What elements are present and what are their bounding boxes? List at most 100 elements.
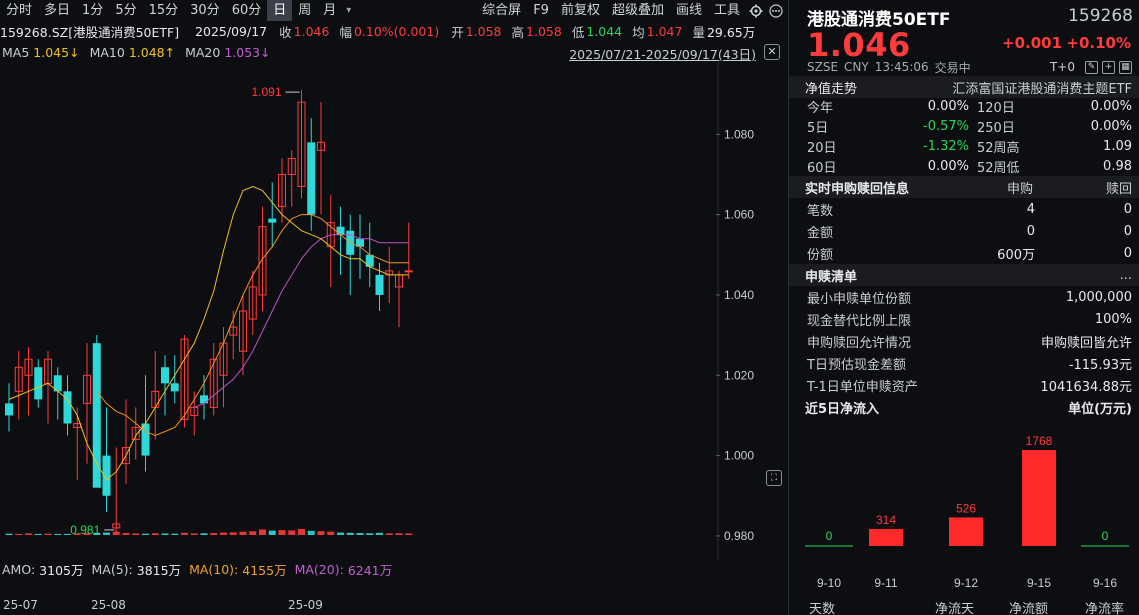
more-button[interactable]: ...	[1120, 268, 1132, 283]
ohlc-info-line: 159268.SZ[港股通消费50ETF] 2025/09/17 收 1.046…	[0, 21, 786, 41]
perf-period-label: 今年	[807, 100, 834, 116]
more-options-icon[interactable]	[766, 0, 786, 21]
section-title: 近5日净流入	[805, 401, 880, 417]
volume-bar	[210, 533, 218, 535]
grid-icon[interactable]: ▦	[1119, 60, 1132, 74]
nav-trend-label[interactable]: 净值走势	[805, 78, 857, 97]
tab-net-rate[interactable]: 净流率	[1085, 598, 1124, 615]
volume-bar	[93, 532, 101, 535]
avg-value: 1.047	[646, 23, 683, 39]
volume-bar	[132, 533, 140, 535]
inflow-bar	[1022, 450, 1056, 546]
volume-bar	[327, 531, 335, 535]
ma5-label: MA5	[2, 44, 30, 60]
candle-body	[200, 395, 208, 404]
max-price-label: 1.091	[252, 85, 282, 99]
inflow-value-label: 0	[1102, 529, 1109, 543]
volume-bar	[395, 533, 403, 535]
tab-net-days[interactable]: 净流天	[935, 598, 974, 615]
perf-value: -0.57%	[923, 118, 969, 134]
amo-value: 3105万	[39, 562, 84, 578]
close-range-icon[interactable]: ✕	[764, 44, 780, 60]
perf-period-label: 250日	[977, 120, 1015, 136]
period-tab-week[interactable]: 周	[292, 0, 317, 21]
period-tab-day[interactable]: 日	[267, 0, 293, 21]
period-tab-15min[interactable]: 15分	[143, 0, 185, 21]
volume-bar	[298, 528, 305, 535]
volume-bar	[83, 533, 91, 535]
amo-label: AMO:	[2, 561, 36, 577]
period-toolbar: 分时 多日 1分 5分 15分 30分 60分 日 周 月 ▾ 综合屏 F9 前…	[0, 0, 786, 21]
redeem-value: 0	[1123, 201, 1132, 217]
f9-button[interactable]: F9	[527, 0, 555, 21]
tab-days[interactable]: 天数	[809, 598, 835, 615]
amo-ma5-label: MA(5):	[91, 561, 133, 577]
tools-button[interactable]: 工具	[708, 0, 746, 21]
period-tab-60min[interactable]: 60分	[226, 0, 268, 21]
composite-screen-button[interactable]: 综合屏	[476, 0, 527, 21]
subscription-section-header: 实时申购赎回信息 申购 赎回	[789, 176, 1139, 198]
more-periods-caret-icon[interactable]: ▾	[342, 5, 355, 16]
add-icon[interactable]: +	[1102, 60, 1115, 74]
expand-corner-icon[interactable]: ⛶	[766, 470, 782, 486]
inflow-date-label: 9-12	[954, 576, 978, 590]
amo-ma20-value: 6241万	[347, 562, 393, 578]
forward-adjust-button[interactable]: 前复权	[555, 0, 606, 21]
period-tab-30min[interactable]: 30分	[184, 0, 226, 21]
volume-bar	[103, 532, 110, 535]
candle-body	[141, 423, 150, 456]
inflow-value-label: 0	[826, 529, 833, 543]
period-tab-5min[interactable]: 5分	[109, 0, 142, 21]
quote-subline: SZSE CNY 13:45:06 交易中 T+0 ✎ + ▦	[807, 59, 1132, 75]
volume-bar	[385, 533, 393, 535]
col-subscribe: 申购	[1006, 181, 1033, 197]
row-label: T-1日单位申赎资产	[807, 379, 918, 395]
bar-date: 2025/09/17	[195, 23, 268, 39]
perf-period-label: 52周低	[977, 160, 1020, 176]
period-tab-month[interactable]: 月	[317, 0, 342, 21]
period-tab-fenshi[interactable]: 分时	[0, 0, 38, 21]
fund-code: 159268	[1068, 6, 1133, 26]
volume-bar	[112, 531, 120, 535]
candle-body	[268, 218, 277, 223]
volume-bar	[200, 533, 208, 535]
volume-bar	[44, 533, 52, 535]
period-tab-1min[interactable]: 1分	[76, 0, 109, 21]
row-value: 1,000,000	[1065, 289, 1132, 305]
perf-row: 今年 0.00% 120日 0.00%	[789, 95, 1139, 117]
candle-body	[34, 367, 43, 400]
row-label: 现金替代比例上限	[807, 313, 912, 329]
draw-line-button[interactable]: 画线	[670, 0, 708, 21]
row-value: 100%	[1094, 311, 1132, 327]
perf-row: 5日 -0.57% 250日 0.00%	[789, 115, 1139, 137]
settings-gear-icon[interactable]	[746, 0, 766, 21]
inflow-date-label: 9-11	[874, 576, 897, 590]
amo-ma10-value: 4155万	[242, 562, 287, 578]
tab-net-amount[interactable]: 净流额	[1009, 598, 1048, 615]
inflow-date-label: 9-16	[1093, 576, 1117, 590]
net-inflow-bar-chart: 0 9-10 314 9-11 526 9-12 1768 9-15 0 9-16	[805, 434, 1129, 590]
row-label: T日预估现金差额	[807, 357, 906, 373]
x-tick-label: 25-08	[91, 598, 126, 612]
subscription-row: 笔数 4 0	[789, 198, 1139, 220]
amo-ma20-label: MA(20):	[294, 561, 344, 577]
x-tick-label: 25-07	[3, 598, 38, 612]
security-code: 159268.SZ[港股通消费50ETF]	[0, 24, 180, 40]
avg-label: 均	[632, 24, 645, 40]
low-value: 1.044	[586, 23, 623, 39]
edit-icon[interactable]: ✎	[1085, 60, 1098, 74]
volume-bar	[122, 533, 130, 535]
volume-bar	[229, 532, 237, 535]
time-axis: 25-07 25-08 25-09	[0, 597, 786, 615]
kline-panel: 分时 多日 1分 5分 15分 30分 60分 日 周 月 ▾ 综合屏 F9 前…	[0, 0, 786, 615]
candlestick-chart[interactable]: 1.0801.0601.0401.0201.0000.9801.0910.981	[0, 62, 786, 560]
quote-time: 13:45:06	[874, 60, 929, 74]
date-range-label[interactable]: 2025/07/21-2025/09/17(43日)	[569, 44, 756, 63]
inflow-bar	[869, 528, 903, 546]
volume-bar	[151, 533, 159, 535]
row-label: 申购赎回允许情况	[807, 335, 912, 351]
creation-list-row: 申购赎回允许情况 申购赎回皆允许	[789, 330, 1139, 352]
super-overlay-button[interactable]: 超级叠加	[606, 0, 670, 21]
period-tab-multiday[interactable]: 多日	[38, 0, 76, 21]
perf-value: -1.32%	[923, 138, 969, 154]
